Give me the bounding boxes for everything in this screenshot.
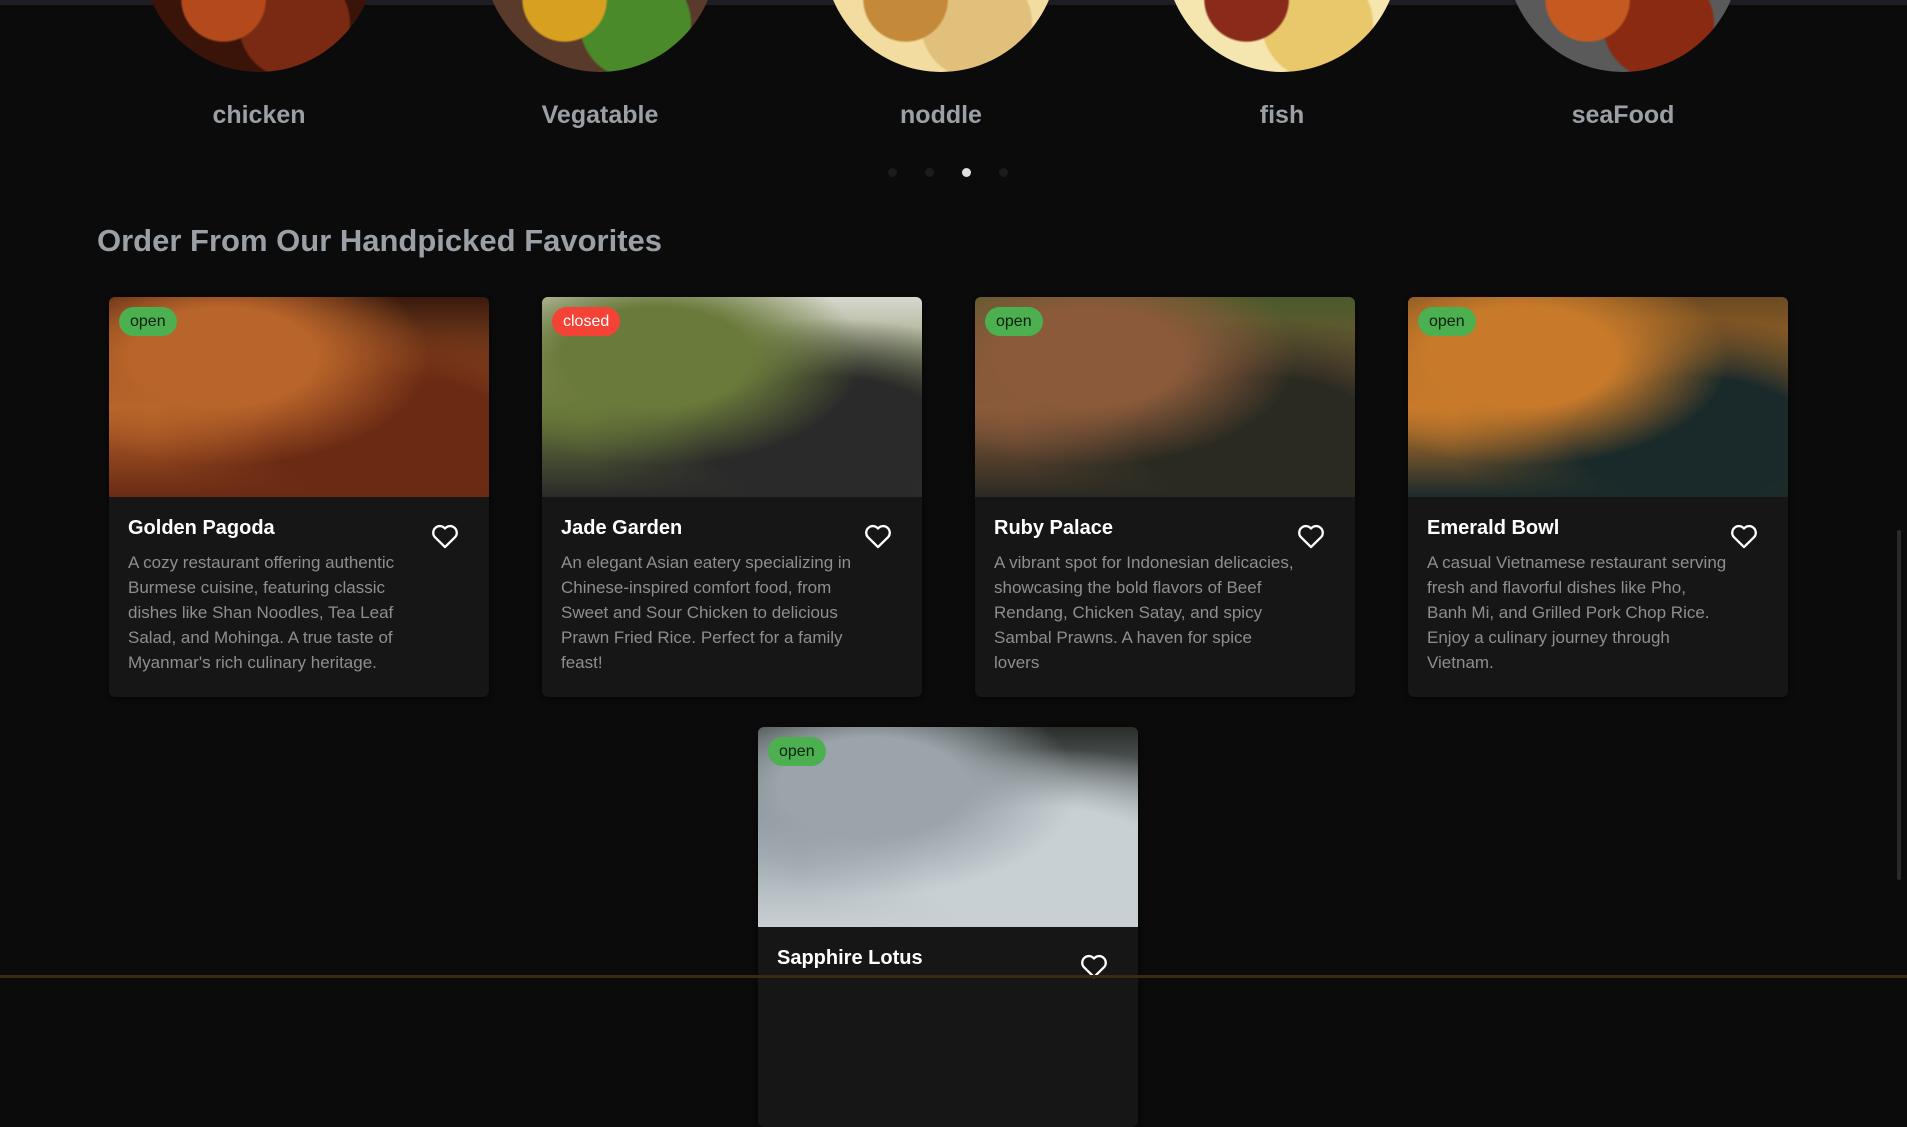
carousel-dot[interactable]	[999, 168, 1008, 177]
category-label[interactable]: Vegatable	[460, 101, 740, 130]
status-badge: closed	[552, 307, 621, 336]
restaurant-card[interactable]: open Golden Pagoda A cozy restaurant offer…	[109, 297, 489, 697]
restaurant-photo[interactable]: closed	[542, 297, 922, 497]
restaurant-photo[interactable]: open	[109, 297, 489, 497]
restaurant-photo[interactable]: open	[758, 727, 1138, 927]
status-badge: open	[119, 307, 177, 336]
status-badge: open	[985, 307, 1043, 336]
carousel-pagination	[888, 168, 1008, 180]
restaurant-description: A vibrant spot for Indonesian delicacies…	[994, 553, 1294, 672]
category-image[interactable]	[1505, 0, 1741, 72]
status-badge: open	[768, 737, 826, 766]
carousel-dot[interactable]	[888, 168, 897, 177]
restaurant-description: A cozy restaurant offering authentic Bur…	[128, 553, 395, 672]
restaurant-name[interactable]: Emerald Bowl	[1427, 517, 1559, 540]
carousel-dot[interactable]	[962, 168, 971, 177]
restaurant-name[interactable]: Ruby Palace	[994, 517, 1113, 540]
restaurant-card[interactable]: open Emerald Bowl A casual Vietnamese rest…	[1408, 297, 1788, 697]
restaurant-description: A casual Vietnamese restaurant serving f…	[1427, 553, 1727, 672]
category-image[interactable]	[482, 0, 718, 72]
restaurant-card[interactable]: open Ruby Palace A vibrant spot for Indone…	[975, 297, 1355, 697]
category-image[interactable]	[823, 0, 1059, 72]
category-carousel: chicken Vegatable noddle fish seaFood	[0, 0, 1895, 180]
restaurant-photo[interactable]: open	[975, 297, 1355, 497]
category-label[interactable]: noddle	[801, 101, 1081, 130]
category-label[interactable]: fish	[1142, 101, 1422, 130]
restaurant-description: An elegant Asian eatery specializing in …	[561, 553, 852, 672]
carousel-dot[interactable]	[925, 168, 934, 177]
status-badge: open	[1418, 307, 1476, 336]
restaurant-name[interactable]: Jade Garden	[561, 517, 682, 540]
heart-outline-icon[interactable]	[1730, 523, 1758, 549]
heart-outline-icon[interactable]	[431, 523, 459, 549]
restaurant-photo[interactable]: open	[1408, 297, 1788, 497]
restaurant-name[interactable]: Golden Pagoda	[128, 517, 275, 540]
category-image[interactable]	[141, 0, 377, 72]
category-label[interactable]: seaFood	[1483, 101, 1763, 130]
restaurant-card[interactable]: closed Jade Garden An elegant Asian eatery…	[542, 297, 922, 697]
category-label[interactable]: chicken	[119, 101, 399, 130]
heart-outline-icon[interactable]	[1297, 523, 1325, 549]
restaurant-name[interactable]: Sapphire Lotus	[777, 947, 923, 970]
section-title: Order From Our Handpicked Favorites	[97, 223, 663, 258]
category-image[interactable]	[1164, 0, 1400, 72]
heart-outline-icon[interactable]	[864, 523, 892, 549]
scrollbar-thumb[interactable]	[1897, 530, 1901, 880]
restaurant-card[interactable]: open Sapphire Lotus	[758, 727, 1138, 1127]
